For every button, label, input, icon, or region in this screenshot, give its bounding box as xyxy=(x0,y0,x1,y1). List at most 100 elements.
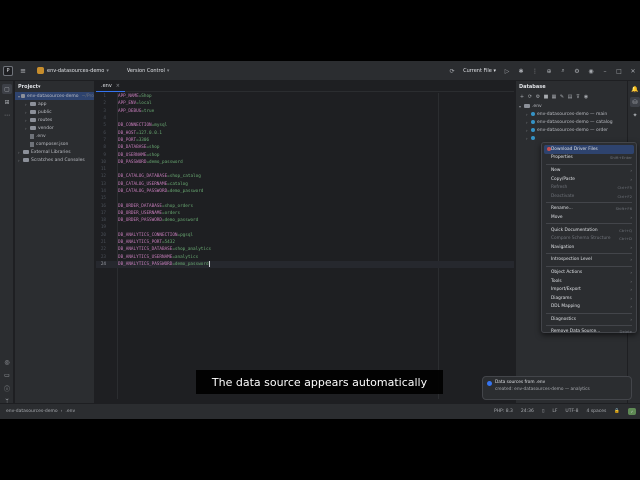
ide-logo-icon[interactable]: P xyxy=(3,65,13,76)
notification-popup[interactable]: Data sources from .env created: env-data… xyxy=(482,376,632,400)
data-source-item[interactable]: › env-datasources-demo — order xyxy=(516,126,627,134)
hamburger-menu-icon[interactable]: ≡ xyxy=(18,67,28,75)
code-line[interactable]: 9 DB_USERNAME =shop xyxy=(96,151,514,158)
code-line[interactable]: 21 DB_ANALYTICS_PORT =5432 xyxy=(96,239,514,246)
line-separator[interactable]: LF xyxy=(552,409,557,414)
menu-item-diagrams[interactable]: Diagrams › xyxy=(542,294,636,303)
close-tab-icon[interactable]: × xyxy=(116,83,120,89)
code-area[interactable]: 1 APP_NAME =Shop 2 APP_ENV =local 3 APP_DEBUG =t… xyxy=(96,93,514,269)
more-icon[interactable]: ⋮ xyxy=(529,65,541,77)
close-icon[interactable]: ✕ xyxy=(627,65,639,77)
code-line[interactable]: 13 DB_CATALOG_USERNAME =catalog xyxy=(96,181,514,188)
file-encoding[interactable]: UTF-8 xyxy=(565,409,578,414)
settings-icon[interactable]: ⚙ xyxy=(534,93,542,101)
menu-item-introspection-level[interactable]: Introspection Level › xyxy=(542,256,636,265)
lock-icon[interactable]: 🔒 xyxy=(614,409,620,414)
data-source-item[interactable]: › env-datasources-demo — catalog xyxy=(516,118,627,126)
debug-icon[interactable]: ✱ xyxy=(515,65,527,77)
code-line[interactable]: 14 DB_CATALOG_PASSWORD =demo_password xyxy=(96,188,514,195)
menu-item-import-export[interactable]: Import/Export › xyxy=(542,285,636,294)
run-config-selector[interactable]: Current File ▾ xyxy=(463,68,496,74)
menu-item-tools[interactable]: Tools › xyxy=(542,277,636,286)
code-line[interactable]: 10 DB_PASSWORD =demo_password xyxy=(96,159,514,166)
gear-icon[interactable]: ⚙ xyxy=(571,65,583,77)
code-line[interactable]: 19 xyxy=(96,224,514,231)
tree-item[interactable]: composer.json xyxy=(15,140,94,148)
code-line[interactable]: 18 DB_ORDER_PASSWORD =demo_password xyxy=(96,217,514,224)
menu-item-move[interactable]: Move › xyxy=(542,213,636,222)
search-icon[interactable]: ⌕ xyxy=(557,65,569,77)
menu-item-deactivate[interactable]: Deactivate Ctrl+F2 xyxy=(542,192,636,201)
tab-env[interactable]: .env × xyxy=(96,81,125,92)
menu-item-quick-documentation[interactable]: Quick Documentation Ctrl+Q xyxy=(542,226,636,235)
menu-item-properties[interactable]: Properties Shift+Enter xyxy=(542,154,636,163)
tree-item[interactable]: › Scratches and Consoles xyxy=(15,156,94,164)
minimize-icon[interactable]: – xyxy=(599,65,611,77)
terminal-icon[interactable]: ▭ xyxy=(2,370,12,380)
menu-item-refresh[interactable]: Refresh Ctrl+F5 xyxy=(542,183,636,192)
tree-item[interactable]: › app xyxy=(15,100,94,108)
database-tool-icon[interactable]: ⛁ xyxy=(630,97,640,107)
project-tool-icon[interactable]: ▢ xyxy=(2,84,12,94)
code-line[interactable]: 11 xyxy=(96,166,514,173)
refresh-icon[interactable]: ⟳ xyxy=(526,93,534,101)
php-version[interactable]: PHP: 8.3 xyxy=(494,409,513,414)
menu-item-rename[interactable]: Rename... Shift+F6 xyxy=(542,205,636,214)
breadcrumb-project[interactable]: env-datasources-demo xyxy=(6,409,58,414)
code-line[interactable]: 12 DB_CATALOG_DATABASE =shop_catalog xyxy=(96,173,514,180)
code-line[interactable]: 5 DB_CONNECTION =mysql xyxy=(96,122,514,129)
code-line[interactable]: 15 xyxy=(96,195,514,202)
menu-item-download-driver-files[interactable]: Download Driver Files xyxy=(544,145,634,154)
edit-icon[interactable]: ✎ xyxy=(558,93,566,101)
menu-item-remove-data-source[interactable]: Remove Data Source... Delete xyxy=(542,328,636,337)
add-user-icon[interactable]: ⊕ xyxy=(543,65,555,77)
breadcrumb[interactable]: env-datasources-demo › .env xyxy=(6,409,75,414)
view-icon[interactable]: ◉ xyxy=(582,93,590,101)
data-source-item[interactable]: › env-datasources-demo — main xyxy=(516,110,627,118)
code-line[interactable]: 16 DB_ORDER_DATABASE =shop_orders xyxy=(96,202,514,209)
tree-item[interactable]: ▾ env-datasources-demo ~/Pro xyxy=(15,92,94,100)
ai-assistant-icon[interactable]: ✦ xyxy=(630,110,640,120)
menu-item-compare-schema-structure[interactable]: Compare Schema Structure Ctrl+D xyxy=(542,234,636,243)
code-line[interactable]: 8 DB_DATABASE =shop xyxy=(96,144,514,151)
problems-icon[interactable]: ⓘ xyxy=(2,383,12,393)
account-icon[interactable]: ◉ xyxy=(585,65,597,77)
run-icon[interactable]: ▷ xyxy=(501,65,513,77)
project-switcher[interactable]: env-datasources-demo ▾ xyxy=(34,65,112,77)
breadcrumb-file[interactable]: .env xyxy=(65,409,75,414)
menu-item-object-actions[interactable]: Object Actions › xyxy=(542,268,636,277)
menu-item-copy-paste[interactable]: Copy/Paste › xyxy=(542,175,636,184)
add-icon[interactable]: + xyxy=(518,93,526,101)
db-group[interactable]: ▾ .env xyxy=(516,102,627,110)
tree-item[interactable]: › routes xyxy=(15,116,94,124)
code-line[interactable]: 7 DB_PORT =3306 xyxy=(96,137,514,144)
tree-item[interactable]: › public xyxy=(15,108,94,116)
tree-item[interactable]: › vendor xyxy=(15,124,94,132)
menu-item-new[interactable]: New › xyxy=(542,166,636,175)
structure-tool-icon[interactable]: ⊞ xyxy=(2,97,12,107)
code-line[interactable]: 3 APP_DEBUG =true xyxy=(96,108,514,115)
vcs-switcher[interactable]: Version Control ▾ xyxy=(124,65,173,77)
sync-icon[interactable]: ⟳ xyxy=(446,65,458,77)
code-line[interactable]: 6 DB_HOST =127.0.0.1 xyxy=(96,129,514,136)
caret-position[interactable]: 24:36 xyxy=(521,409,534,414)
code-line[interactable]: 1 APP_NAME =Shop xyxy=(96,93,514,100)
code-line[interactable]: 24 DB_ANALYTICS_PASSWORD =demo_password xyxy=(96,260,514,269)
status-check-icon[interactable]: ✓ xyxy=(628,408,636,415)
code-line[interactable]: 20 DB_ANALYTICS_CONNECTION =pgsql xyxy=(96,232,514,239)
menu-item-navigation[interactable]: Navigation › xyxy=(542,243,636,252)
filter-icon[interactable]: ⊽ xyxy=(574,93,582,101)
code-line[interactable]: 17 DB_ORDER_USERNAME =orders xyxy=(96,210,514,217)
indent-setting[interactable]: 4 spaces xyxy=(587,409,607,414)
code-line[interactable]: 22 DB_ANALYTICS_DATABASE =shop_analytics xyxy=(96,246,514,253)
tree-item[interactable]: › External Libraries xyxy=(15,148,94,156)
services-icon[interactable]: ◎ xyxy=(2,357,12,367)
code-line[interactable]: 23 DB_ANALYTICS_USERNAME =analytics xyxy=(96,254,514,261)
menu-item-ddl-mapping[interactable]: DDL Mapping › xyxy=(542,303,636,312)
notifications-icon[interactable]: 🔔 xyxy=(630,84,640,94)
stop-icon[interactable]: ■ xyxy=(542,93,550,101)
tree-item[interactable]: .env xyxy=(15,132,94,140)
data-source-item[interactable]: › xyxy=(516,134,627,142)
table-icon[interactable]: ▦ xyxy=(550,93,558,101)
code-line[interactable]: 2 APP_ENV =local xyxy=(96,100,514,107)
